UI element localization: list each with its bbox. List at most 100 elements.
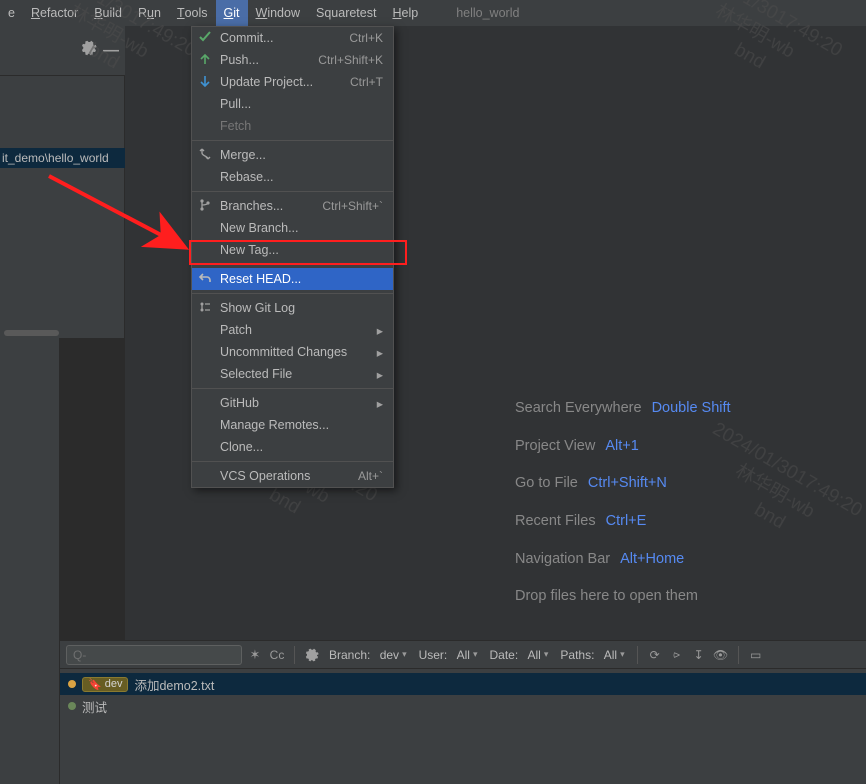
- commit-node-icon: [68, 702, 76, 710]
- menu-item-label: Pull...: [220, 97, 251, 111]
- filter-branch[interactable]: Branch: dev▾: [325, 648, 411, 662]
- shortcut-text: Ctrl+K: [349, 31, 383, 45]
- git-menu-merge[interactable]: Merge...: [192, 144, 393, 166]
- hint-label: Recent Files: [515, 513, 596, 529]
- app-title: hello_world: [456, 6, 519, 20]
- menu-squaretest[interactable]: Squaretest: [308, 0, 384, 26]
- menu-separator: [192, 293, 393, 294]
- git-menu-rebase[interactable]: Rebase...: [192, 166, 393, 188]
- project-tree[interactable]: it_demo\hello_world: [0, 76, 125, 338]
- filter-user[interactable]: User: All▾: [415, 648, 482, 662]
- git-log-search-input[interactable]: Q-: [66, 645, 242, 665]
- git-menu-pull[interactable]: Pull...: [192, 93, 393, 115]
- hint-shortcut: Ctrl+Shift+N: [588, 475, 667, 491]
- menu-separator: [192, 140, 393, 141]
- git-menu-manage-remotes[interactable]: Manage Remotes...: [192, 414, 393, 436]
- drop-hint: Drop files here to open them: [515, 578, 731, 616]
- menu-item-label: Patch: [220, 323, 252, 337]
- menu-run[interactable]: Run: [130, 0, 169, 26]
- tool-window-header: —: [0, 26, 125, 76]
- git-menu-commit[interactable]: Commit... Ctrl+K: [192, 27, 393, 49]
- layout-icon[interactable]: ▭: [747, 646, 765, 664]
- undo-icon: [198, 271, 214, 287]
- submenu-arrow-icon: ▸: [377, 396, 383, 411]
- menu-separator: [192, 461, 393, 462]
- left-gutter: [0, 338, 60, 640]
- git-log-toolbar: Q- ✶ Cc Branch: dev▾ User: All▾ Date: Al…: [60, 641, 866, 669]
- tree-selected-node[interactable]: it_demo\hello_world: [0, 148, 125, 168]
- update-blue-icon: [198, 74, 214, 90]
- filter-paths[interactable]: Paths: All▾: [556, 648, 628, 662]
- commit-list[interactable]: 🔖dev 添加demo2.txt测试: [60, 669, 866, 721]
- search-icon: Q-: [73, 648, 86, 662]
- git-menu-new-tag[interactable]: New Tag...: [192, 239, 393, 261]
- hint-project-view: Project View Alt+1: [515, 428, 731, 466]
- menu-item-label: Reset HEAD...: [220, 272, 301, 286]
- shortcut-text: Ctrl+T: [350, 75, 383, 89]
- git-menu-branches[interactable]: Branches...Ctrl+Shift+`: [192, 195, 393, 217]
- check-green-icon: [198, 30, 214, 46]
- git-menu-show-git-log[interactable]: Show Git Log: [192, 297, 393, 319]
- menu-tools[interactable]: Tools: [169, 0, 216, 26]
- filter-date[interactable]: Date: All▾: [485, 648, 552, 662]
- hint-recent-files: Recent Files Ctrl+E: [515, 503, 731, 541]
- menu-item-label: VCS Operations: [220, 469, 310, 483]
- commit-message: 添加demo2.txt: [134, 675, 214, 694]
- menu-item-label: Commit...: [220, 31, 273, 45]
- git-menu-vcs-operations[interactable]: VCS Operations Alt+`: [192, 465, 393, 487]
- menu-refactor[interactable]: Refactor: [23, 0, 86, 26]
- separator: [637, 646, 638, 664]
- menu-item-label: Uncommitted Changes: [220, 345, 347, 359]
- git-menu-patch[interactable]: Patch ▸: [192, 319, 393, 341]
- git-menu-update-project[interactable]: Update Project...Ctrl+T: [192, 71, 393, 93]
- git-menu-clone[interactable]: Clone...: [192, 436, 393, 458]
- separator: [294, 646, 295, 664]
- hint-shortcut: Double Shift: [652, 400, 731, 416]
- eye-icon[interactable]: 👁: [712, 646, 730, 664]
- git-menu-new-branch[interactable]: New Branch...: [192, 217, 393, 239]
- git-log-panel: Q- ✶ Cc Branch: dev▾ User: All▾ Date: Al…: [60, 640, 866, 784]
- goto-hash-icon[interactable]: ↧: [690, 646, 708, 664]
- gear-icon[interactable]: [303, 646, 321, 664]
- separator: [738, 646, 739, 664]
- commit-row[interactable]: 🔖dev 添加demo2.txt: [60, 673, 866, 695]
- match-case-icon[interactable]: Cc: [268, 646, 286, 664]
- git-menu-reset-head[interactable]: Reset HEAD...: [192, 268, 393, 290]
- minimize-icon[interactable]: —: [103, 42, 119, 60]
- tree-hscrollbar[interactable]: [4, 330, 59, 336]
- welcome-hints: Search Everywhere Double ShiftProject Vi…: [515, 390, 731, 616]
- shortcut-text: Ctrl+Shift+`: [322, 199, 383, 213]
- git-menu-selected-file[interactable]: Selected File▸: [192, 363, 393, 385]
- hint-label: Project View: [515, 438, 595, 454]
- bottom-left-gutter: [0, 640, 60, 784]
- cherry-pick-icon[interactable]: ⪧: [668, 646, 686, 664]
- submenu-arrow-icon: ▸: [377, 323, 383, 338]
- menu-window[interactable]: Window: [248, 0, 308, 26]
- menu-separator: [192, 191, 393, 192]
- git-menu-push[interactable]: Push... Ctrl+Shift+K: [192, 49, 393, 71]
- menu-item-label: Push...: [220, 53, 259, 67]
- menu-item-label: Show Git Log: [220, 301, 295, 315]
- gear-icon[interactable]: [81, 40, 97, 61]
- menu-item-label: Fetch: [220, 119, 251, 133]
- menu-item-label: Clone...: [220, 440, 263, 454]
- regex-icon[interactable]: ✶: [246, 646, 264, 664]
- git-menu-github[interactable]: GitHub ▸: [192, 392, 393, 414]
- submenu-arrow-icon: ▸: [377, 367, 383, 382]
- menu-build[interactable]: Build: [86, 0, 130, 26]
- git-menu-fetch: Fetch: [192, 115, 393, 137]
- git-menu-uncommitted-changes[interactable]: Uncommitted Changes▸: [192, 341, 393, 363]
- menu-e[interactable]: e: [0, 0, 23, 26]
- menu-git[interactable]: Git: [216, 0, 248, 26]
- tag-icon: 🔖: [88, 678, 102, 691]
- branch-tag[interactable]: 🔖dev: [82, 677, 128, 692]
- git-dropdown-menu: Commit... Ctrl+K Push... Ctrl+Shift+K Update…: [191, 26, 394, 488]
- shortcut-text: Alt+`: [358, 469, 383, 483]
- commit-row[interactable]: 测试: [60, 695, 866, 717]
- menu-help[interactable]: Help: [384, 0, 426, 26]
- menu-separator: [192, 388, 393, 389]
- refresh-icon[interactable]: ⟳: [646, 646, 664, 664]
- shortcut-text: Ctrl+Shift+K: [318, 53, 383, 67]
- menu-item-label: GitHub: [220, 396, 259, 410]
- hint-search-everywhere: Search Everywhere Double Shift: [515, 390, 731, 428]
